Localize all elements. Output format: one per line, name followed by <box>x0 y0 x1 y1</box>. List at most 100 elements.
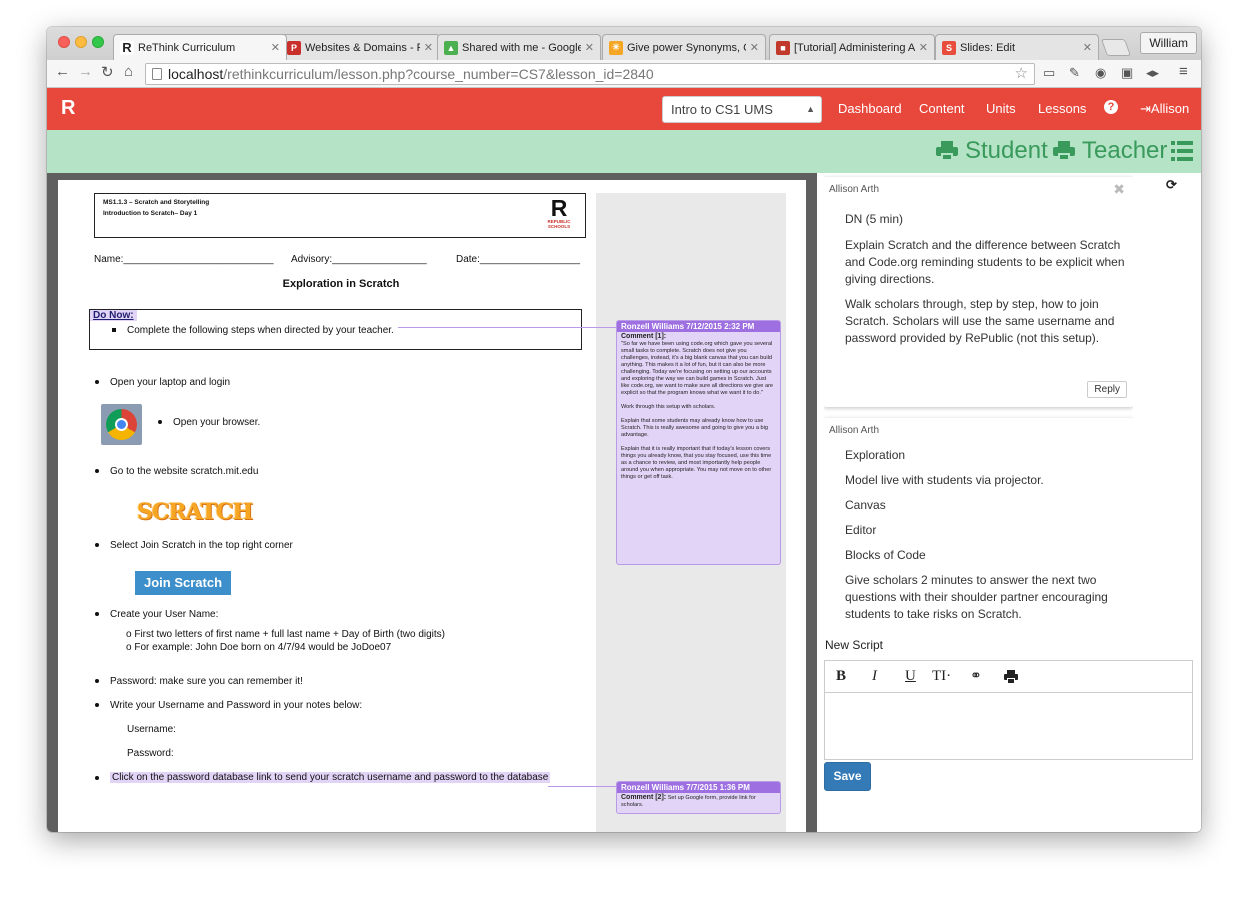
tab-strip: R ReThink Curriculum ✕ P Websites & Doma… <box>47 27 1201 60</box>
underline-button[interactable]: U <box>905 668 916 685</box>
cast-icon[interactable]: ▭ <box>1043 65 1055 81</box>
bookmark-star-icon[interactable]: ☆ <box>1015 64 1028 84</box>
chrome-icon <box>101 404 142 445</box>
link-icon[interactable]: ⚭ <box>970 668 982 684</box>
tab-close-icon[interactable]: ✕ <box>919 41 928 54</box>
logout-icon: ⇥ <box>1140 101 1151 116</box>
list-icon[interactable] <box>1171 141 1193 161</box>
browser-window: R ReThink Curriculum ✕ P Websites & Doma… <box>47 27 1201 832</box>
new-script-label: New Script <box>825 638 884 652</box>
browser-toolbar: ← → ↻ ⌂ localhost/rethinkcurriculum/less… <box>47 60 1201 88</box>
address-bar[interactable]: localhost/rethinkcurriculum/lesson.php?c… <box>145 63 1035 85</box>
printer-icon <box>1053 141 1075 161</box>
mode-bar: Student Teacher <box>47 130 1201 173</box>
tab-tutorial[interactable]: ■ [Tutorial] Administering Assessments ✕ <box>769 34 935 60</box>
app-logo[interactable]: R <box>61 97 75 120</box>
nav-units[interactable]: Units <box>986 101 1016 116</box>
date-field: Date:__________________ <box>456 254 581 265</box>
do-now-label: Do Now: <box>90 310 137 321</box>
teacher-notes-panel: Allison Arth ✖ DN (5 min) Explain Scratc… <box>817 173 1201 832</box>
back-arrow-icon[interactable]: ← <box>55 63 70 80</box>
drive-favicon-icon: ▲ <box>444 40 458 55</box>
eyedropper-icon[interactable]: ✎ <box>1069 65 1080 81</box>
plesk-favicon-icon: P <box>287 40 301 55</box>
bold-button[interactable]: B <box>836 668 846 685</box>
tab-plesk[interactable]: P Websites & Domains - Plesk ✕ <box>280 34 440 60</box>
forward-arrow-icon[interactable]: → <box>78 63 93 80</box>
new-tab-button[interactable] <box>1100 39 1132 56</box>
minimize-window-button[interactable] <box>75 36 87 48</box>
close-icon[interactable]: ✖ <box>1113 181 1125 198</box>
audio-icon[interactable]: ◂▸ <box>1146 65 1159 81</box>
script-editor: B I U TI· ⚭ <box>824 660 1193 760</box>
close-window-button[interactable] <box>58 36 70 48</box>
tab-slides[interactable]: S Slides: Edit ✕ <box>935 34 1099 60</box>
document-page: MS1.1.3 – Scratch and Storytelling Intro… <box>58 180 806 832</box>
refresh-icon[interactable]: ⟳ <box>1166 177 1177 193</box>
comment-2[interactable]: Ronzell Williams 7/7/2015 1:36 PM Commen… <box>616 781 781 814</box>
extension-icon[interactable]: ▣ <box>1121 65 1133 81</box>
student-mode-button[interactable]: Student <box>936 137 1048 165</box>
nav-dashboard[interactable]: Dashboard <box>838 101 902 116</box>
password-label: Password: <box>127 748 174 759</box>
name-field: Name:___________________________ <box>94 254 274 265</box>
step-database-link: Click on the password database link to s… <box>110 772 551 783</box>
nav-lessons[interactable]: Lessons <box>1038 101 1086 116</box>
tutorial-favicon-icon: ■ <box>776 40 790 55</box>
save-button[interactable]: Save <box>824 762 871 791</box>
username-label: Username: <box>127 724 176 735</box>
step-create-username: Create your User Name: <box>95 609 218 620</box>
tab-close-icon[interactable]: ✕ <box>1083 41 1092 54</box>
step-open-laptop: Open your laptop and login <box>95 377 230 388</box>
advisory-field: Advisory:_________________ <box>291 254 427 265</box>
note-author: Allison Arth <box>829 425 880 436</box>
do-now-box: Do Now: Complete the following steps whe… <box>89 309 582 350</box>
zoom-window-button[interactable] <box>92 36 104 48</box>
reload-icon[interactable]: ↻ <box>101 63 114 81</box>
course-select[interactable]: Intro to CS1 UMS ▲▼ <box>662 96 822 139</box>
thesaurus-favicon-icon: ✳ <box>609 40 623 55</box>
profile-button[interactable]: William <box>1140 32 1197 54</box>
join-scratch-image: Join Scratch <box>135 571 231 595</box>
note-card: Allison Arth ✖ DN (5 min) Explain Scratc… <box>824 177 1133 407</box>
step-write-credentials: Write your Username and Password in your… <box>95 700 362 711</box>
note-card: Allison Arth Exploration Model live with… <box>824 418 1133 628</box>
teacher-mode-button[interactable]: Teacher <box>1053 137 1167 165</box>
comment-1[interactable]: Ronzell Williams 7/12/2015 2:32 PM Comme… <box>616 320 781 565</box>
step-open-browser: Open your browser. <box>158 417 260 428</box>
tab-google-drive[interactable]: ▲ Shared with me - Google Drive ✕ <box>437 34 601 60</box>
note-author: Allison Arth <box>829 184 880 195</box>
username-rules: o First two letters of first name + full… <box>126 629 445 653</box>
republic-schools-logo: R REPUBLIC SCHOOLS <box>547 195 571 230</box>
reply-button[interactable]: Reply <box>1087 381 1127 398</box>
script-text-area[interactable] <box>825 693 1192 759</box>
document-viewer: MS1.1.3 – Scratch and Storytelling Intro… <box>47 173 817 832</box>
step-go-website: Go to the website scratch.mit.edu <box>95 466 258 477</box>
step-join-scratch: Select Join Scratch in the top right cor… <box>95 540 293 551</box>
comment-connector <box>548 786 616 787</box>
italic-button[interactable]: I <box>872 668 877 685</box>
rethink-favicon-icon: R <box>120 40 134 55</box>
help-icon[interactable]: ? <box>1104 100 1118 114</box>
notes-list[interactable]: Allison Arth ✖ DN (5 min) Explain Scratc… <box>824 173 1133 628</box>
comment-connector <box>398 327 616 328</box>
shield-icon[interactable]: ◉ <box>1095 65 1106 81</box>
page-icon <box>152 68 162 80</box>
editor-toolbar: B I U TI· ⚭ <box>825 661 1192 693</box>
logout-link[interactable]: ⇥Allison <box>1140 101 1189 117</box>
menu-icon[interactable]: ≡ <box>1179 63 1188 80</box>
step-password: Password: make sure you can remember it! <box>95 676 303 687</box>
text-size-button[interactable]: TI· <box>932 668 951 685</box>
step-link-bullet <box>95 773 110 784</box>
tab-rethink-curriculum[interactable]: R ReThink Curriculum ✕ <box>113 34 287 60</box>
nav-content[interactable]: Content <box>919 101 965 116</box>
tab-close-icon[interactable]: ✕ <box>585 41 594 54</box>
print-icon[interactable] <box>1004 670 1018 684</box>
tab-close-icon[interactable]: ✕ <box>424 41 433 54</box>
tab-close-icon[interactable]: ✕ <box>271 41 280 54</box>
home-icon[interactable]: ⌂ <box>124 63 133 80</box>
tab-close-icon[interactable]: ✕ <box>750 41 759 54</box>
app-header: R Intro to CS1 UMS ▲▼ Dashboard Content … <box>47 88 1201 139</box>
document-header-box: MS1.1.3 – Scratch and Storytelling Intro… <box>94 193 586 238</box>
tab-thesaurus[interactable]: ✳ Give power Synonyms, Give ✕ <box>602 34 766 60</box>
